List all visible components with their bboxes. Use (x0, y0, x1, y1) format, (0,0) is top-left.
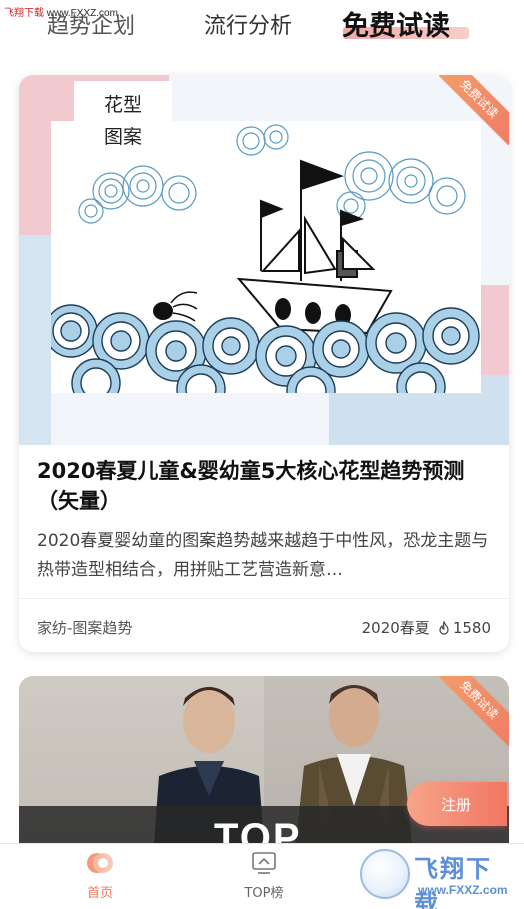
views-number: 1580 (452, 618, 491, 637)
article-card[interactable]: 花型 图案 免费试读 2020春夏儿童&婴幼童5大核心花型趋势预测（矢量） 20… (19, 75, 509, 652)
nav-top-chart[interactable]: TOP榜 (224, 850, 304, 901)
article-description: 2020春夏婴幼童的图案趋势越来越趋于中性风，恐龙主题与热带造型相结合，用拼贴工… (37, 531, 489, 580)
watermark-logo-brand: 飞翔下载 (414, 855, 492, 909)
top-tab-bar: 飞翔下载 www.FXXZ.com 趋势企划 流行分析 免费试读 (0, 0, 524, 60)
tab-trend-analysis[interactable]: 流行分析 (204, 8, 292, 40)
ribbon-label-2: 免费试读 (439, 676, 509, 746)
nav-home[interactable]: 首页 (60, 850, 140, 901)
register-button[interactable]: 注册 (407, 782, 507, 826)
article-meta: 2020春夏 1580 (362, 617, 491, 638)
cover-label: 花型 图案 (74, 81, 172, 161)
nav-top-chart-label: TOP榜 (244, 886, 284, 901)
card-divider (19, 598, 509, 599)
cover-label-line1: 花型 (103, 94, 142, 116)
tab-trend-planning[interactable]: 趋势企划 (47, 8, 135, 40)
watermark-logo: 飞翔下载 www.FXXZ.com (356, 845, 516, 909)
tab-free-reading-label: 免费试读 (342, 11, 450, 42)
fire-icon (439, 620, 449, 635)
views-count: 1580 (438, 619, 491, 637)
top-chart-icon (252, 852, 276, 874)
article-title[interactable]: 2020春夏儿童&婴幼童5大核心花型趋势预测（矢量） (37, 456, 497, 516)
home-icon (87, 853, 113, 873)
cover-label-line2: 图案 (103, 126, 142, 148)
article-cover-image: 花型 图案 免费试读 (19, 75, 509, 445)
watermark-brand: 飞翔下载 (4, 8, 44, 19)
article-season: 2020春夏 (361, 619, 430, 637)
nav-home-label: 首页 (86, 886, 113, 901)
cover-frame-blue-left (19, 235, 51, 445)
ribbon-label: 免费试读 (439, 75, 509, 145)
ship-waves-illustration (51, 121, 481, 393)
watermark-logo-site: www.FXXZ.com (418, 883, 508, 897)
watermark-logo-icon (360, 849, 410, 899)
article-category: 家纺-图案趋势 (37, 619, 133, 637)
free-reading-ribbon: 免费试读 (439, 75, 509, 145)
free-reading-ribbon-2: 免费试读 (439, 676, 509, 746)
tab-free-reading[interactable]: 免费试读 (342, 4, 450, 43)
